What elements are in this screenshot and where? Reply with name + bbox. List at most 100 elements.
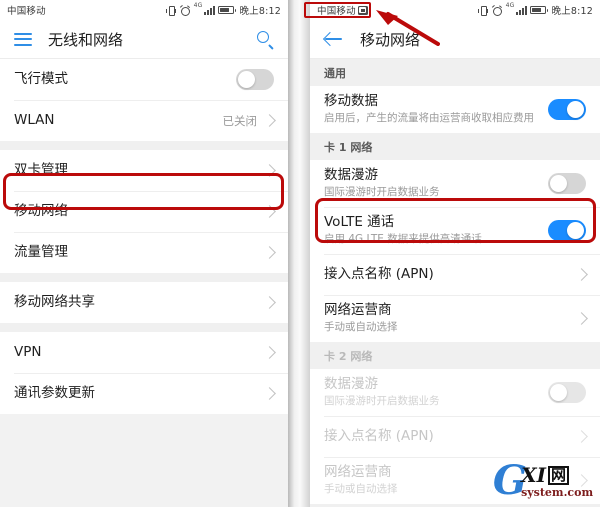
list-item-sublabel: 手动或自动选择 xyxy=(324,321,398,333)
mobile-network-settings-list[interactable]: 通用 移动数据 启用后，产生的流量将由运营商收取相应费用 卡 1 网络 数据漫游… xyxy=(310,59,600,507)
chevron-right-icon xyxy=(263,164,276,177)
watermark-domain: system.com xyxy=(521,486,594,499)
chevron-right-icon xyxy=(263,246,276,259)
watermark-xi-row: XI 网 xyxy=(521,465,593,485)
back-arrow-icon[interactable] xyxy=(322,30,344,48)
airplane-mode-toggle[interactable] xyxy=(236,69,274,90)
vibrate-icon xyxy=(478,5,489,16)
right-page-title: 移动网络 xyxy=(360,30,421,49)
mobile-data-toggle[interactable] xyxy=(548,99,586,120)
alarm-icon xyxy=(179,4,191,16)
list-item-dual-sim[interactable]: 双卡管理 xyxy=(0,150,288,191)
group-divider xyxy=(0,273,288,282)
section-header-sim2: 卡 2 网络 xyxy=(310,342,600,369)
row-texts: VPN xyxy=(14,337,263,368)
list-item-label: 飞行模式 xyxy=(14,71,68,87)
sim2-data-roaming-toggle xyxy=(548,382,586,403)
list-item-wlan[interactable]: WLAN 已关闭 xyxy=(0,100,288,141)
list-item-sim2-apn: 接入点名称 (APN) xyxy=(310,416,600,457)
right-clock: 晚上8:12 xyxy=(551,6,593,17)
group-divider xyxy=(0,141,288,150)
signal-icon xyxy=(204,5,216,15)
left-carrier-label: 中国移动 xyxy=(7,6,46,17)
list-item-volte-call[interactable]: VoLTE 通话 启用 4G LTE 数据来提供高清通话 xyxy=(310,207,600,254)
list-item-sublabel: 国际漫游时开启数据业务 xyxy=(324,186,440,198)
list-item-label: VoLTE 通话 xyxy=(324,214,395,230)
watermark: G XI 网 system.com xyxy=(490,459,596,503)
settings-group: VPN 通讯参数更新 xyxy=(0,332,288,414)
left-page-title: 无线和网络 xyxy=(48,30,124,49)
battery-icon xyxy=(218,6,237,14)
panel-gap xyxy=(288,0,310,507)
row-texts: 数据漫游 国际漫游时开启数据业务 xyxy=(324,160,548,207)
list-item-label: 数据漫游 xyxy=(324,376,378,392)
list-item-sublabel: 启用 4G LTE 数据来提供高清通话 xyxy=(324,233,482,245)
list-item-label: VPN xyxy=(14,344,42,360)
row-texts: 接入点名称 (APN) xyxy=(324,259,575,290)
list-item-data-usage[interactable]: 流量管理 xyxy=(0,232,288,273)
list-item-vpn[interactable]: VPN xyxy=(0,332,288,373)
row-texts: 移动数据 启用后，产生的流量将由运营商收取相应费用 xyxy=(324,86,548,133)
right-status-icons: 4G 晚上8:12 xyxy=(478,3,593,17)
signal-type-label: 4G xyxy=(505,2,515,9)
list-item-comm-params-update[interactable]: 通讯参数更新 xyxy=(0,373,288,414)
left-carrier: 中国移动 xyxy=(7,3,46,17)
row-texts: WLAN xyxy=(14,105,223,136)
right-app-bar: 移动网络 xyxy=(310,20,600,59)
signal-type-label: 4G xyxy=(193,2,203,9)
settings-group: 双卡管理 移动网络 流量管理 xyxy=(0,150,288,273)
chevron-right-icon xyxy=(575,312,588,325)
list-item-sim1-apn[interactable]: 接入点名称 (APN) xyxy=(310,254,600,295)
row-texts: 移动网络共享 xyxy=(14,287,263,318)
right-carrier: 中国移动 xyxy=(317,3,368,17)
list-item-label: 移动网络 xyxy=(14,203,68,219)
alarm-icon xyxy=(491,4,503,16)
list-item-sim1-data-roaming[interactable]: 数据漫游 国际漫游时开启数据业务 xyxy=(310,160,600,207)
list-item-sim2-data-roaming: 数据漫游 国际漫游时开启数据业务 xyxy=(310,369,600,416)
settings-group: 移动数据 启用后，产生的流量将由运营商收取相应费用 xyxy=(310,86,600,133)
row-texts: VoLTE 通话 启用 4G LTE 数据来提供高清通话 xyxy=(324,207,548,254)
list-item-airplane-mode[interactable]: 飞行模式 xyxy=(0,59,288,100)
chevron-right-icon xyxy=(263,296,276,309)
chevron-right-icon xyxy=(575,268,588,281)
list-item-sublabel: 国际漫游时开启数据业务 xyxy=(324,395,440,407)
list-item-label: 数据漫游 xyxy=(324,167,378,183)
hamburger-icon[interactable] xyxy=(14,32,32,46)
row-texts: 飞行模式 xyxy=(14,64,236,95)
row-texts: 通讯参数更新 xyxy=(14,378,263,409)
left-clock: 晚上8:12 xyxy=(239,6,281,17)
watermark-box-char: 网 xyxy=(547,465,569,485)
settings-group: 移动网络共享 xyxy=(0,282,288,323)
chevron-right-icon xyxy=(263,387,276,400)
hd-volte-icon xyxy=(357,5,368,15)
watermark-right: XI 网 system.com xyxy=(521,465,593,498)
volte-toggle[interactable] xyxy=(548,220,586,241)
list-item-label: 网络运营商 xyxy=(324,302,392,318)
chevron-right-icon xyxy=(263,114,276,127)
screenshot-stage: 中国移动 4G 晚上8:12 无线和网络 飞行模式 WLAN 已关闭 双卡管理 … xyxy=(0,0,600,507)
search-icon[interactable] xyxy=(257,30,274,50)
row-texts: 数据漫游 国际漫游时开启数据业务 xyxy=(324,369,548,416)
list-item-label: 双卡管理 xyxy=(14,162,68,178)
row-texts: 双卡管理 xyxy=(14,155,263,186)
settings-group: 数据漫游 国际漫游时开启数据业务 VoLTE 通话 启用 4G LTE 数据来提… xyxy=(310,160,600,342)
sim1-data-roaming-toggle[interactable] xyxy=(548,173,586,194)
list-item-sim1-operator[interactable]: 网络运营商 手动或自动选择 xyxy=(310,295,600,342)
list-item-mobile-network[interactable]: 移动网络 xyxy=(0,191,288,232)
left-app-bar: 无线和网络 xyxy=(0,20,288,59)
battery-icon xyxy=(530,6,549,14)
chevron-right-icon xyxy=(575,430,588,443)
chevron-right-icon xyxy=(263,346,276,359)
vibrate-icon xyxy=(166,5,177,16)
wlan-status-value: 已关闭 xyxy=(222,113,258,128)
list-item-mobile-data[interactable]: 移动数据 启用后，产生的流量将由运营商收取相应费用 xyxy=(310,86,600,133)
list-item-label: WLAN xyxy=(14,112,55,128)
row-texts: 网络运营商 手动或自动选择 xyxy=(324,295,575,342)
list-item-label: 接入点名称 (APN) xyxy=(324,266,434,282)
left-settings-list[interactable]: 飞行模式 WLAN 已关闭 双卡管理 移动网络 流量管理 移动网络共享 VPN … xyxy=(0,59,288,507)
list-item-label: 移动数据 xyxy=(324,93,378,109)
chevron-right-icon xyxy=(263,205,276,218)
list-item-tethering[interactable]: 移动网络共享 xyxy=(0,282,288,323)
list-item-label: 通讯参数更新 xyxy=(14,385,95,401)
left-status-icons: 4G 晚上8:12 xyxy=(166,3,281,17)
